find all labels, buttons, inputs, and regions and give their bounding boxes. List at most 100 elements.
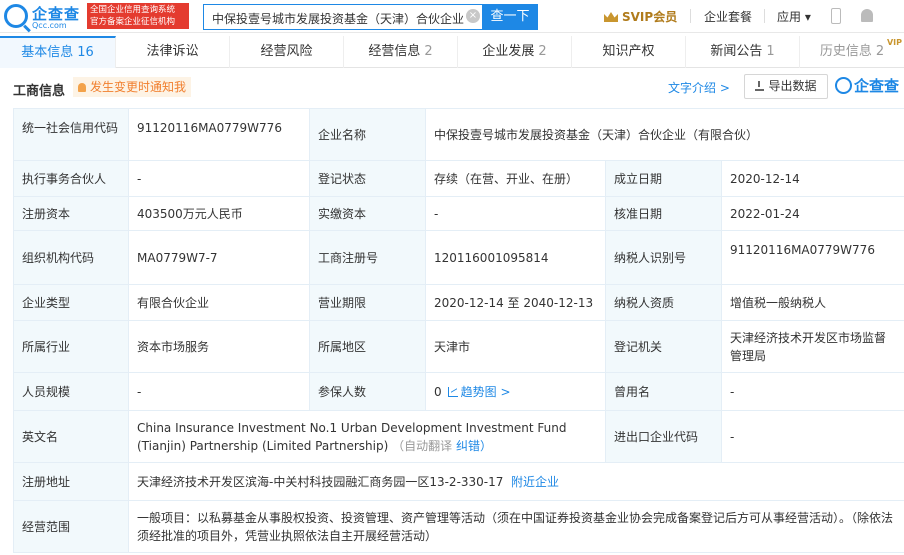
table-row: 经营范围 一般项目：以私募基金从事股权投资、投资管理、资产管理等活动（须在中国证… — [13, 500, 904, 553]
nearby-link[interactable]: 附近企业 — [511, 475, 559, 489]
tab-count: 1 — [766, 44, 775, 59]
business-scope: 一般项目：以私募基金从事股权投资、投资管理、资产管理等活动（须在中国证券投资基金… — [128, 500, 904, 553]
authority: 天津经济技术开发区市场监督管理局 — [721, 320, 904, 373]
insured-count: 0 — [434, 384, 442, 399]
tab-label: 历史信息 — [819, 44, 872, 59]
bell-icon — [78, 83, 86, 92]
tab-count: 2 — [875, 44, 885, 59]
top-bar: 企查查 Qcc.com 全国企业信用查询系统 官方备案企业征信机构 中保投壹号城… — [0, 0, 904, 33]
cell-label: 登记状态 — [309, 160, 426, 197]
notify-label: 发生变更时通知我 — [90, 80, 187, 94]
table-row: 组织机构代码 MA0779W7-7 工商注册号 120116001095814 … — [13, 230, 904, 285]
phone-icon[interactable] — [831, 8, 841, 24]
divider — [764, 9, 765, 23]
gov-badge[interactable]: 全国企业信用查询系统 官方备案企业征信机构 — [87, 3, 189, 29]
address[interactable]: 天津经济技术开发区滨海-中关村科技园融汇商务园一区13-2-330-17 — [137, 475, 503, 489]
tab-operation[interactable]: 经营信息 2 — [344, 36, 458, 68]
tab-basic-info[interactable]: 基本信息 16 — [0, 36, 116, 68]
svip-link[interactable]: SVIP会员 — [604, 8, 677, 25]
tab-legal[interactable]: 法律诉讼 — [116, 36, 230, 68]
cell-label: 组织机构代码 — [13, 230, 129, 285]
divider — [690, 9, 691, 23]
credit-code[interactable]: 91120116MA0779W776 — [128, 108, 310, 161]
approve-date: 2022-01-24 — [721, 196, 904, 231]
tab-label: 经营信息 — [368, 44, 421, 59]
reg-capital: 403500万元人民币 — [128, 196, 310, 231]
tab-label: 经营风险 — [260, 44, 313, 59]
est-date: 2020-12-14 — [721, 160, 904, 197]
text-intro-link[interactable]: 文字介绍 > — [668, 79, 730, 96]
table-row: 注册地址 天津经济技术开发区滨海-中关村科技园融汇商务园一区13-2-330-1… — [13, 462, 904, 501]
logo-domain: Qcc.com — [32, 21, 67, 30]
logo-circle-icon — [835, 77, 852, 94]
org-code[interactable]: MA0779W7-7 — [128, 230, 310, 285]
table-row: 人员规模 - 参保人数 0 趋势图 > 曾用名 - — [13, 372, 904, 411]
nav-suite[interactable]: 企业套餐 — [704, 8, 752, 25]
io-code: - — [721, 410, 904, 463]
tab-ip[interactable]: 知识产权 — [572, 36, 686, 68]
tab-count: 2 — [538, 44, 547, 59]
taxpayer-id[interactable]: 91120116MA0779W776 — [721, 230, 904, 285]
cell-label: 参保人数 — [309, 372, 426, 411]
notify-button[interactable]: 发生变更时通知我 — [73, 77, 192, 97]
correct-link[interactable]: 纠错） — [456, 439, 492, 453]
search-button[interactable]: 查一下 — [482, 4, 538, 30]
svip-label: SVIP会员 — [622, 10, 678, 24]
vip-tag: VIP — [886, 38, 902, 47]
tab-history[interactable]: 历史信息 2 VIP — [800, 36, 904, 68]
cell-label: 曾用名 — [605, 372, 722, 411]
cell-label: 执行事务合伙人 — [13, 160, 129, 197]
english-name[interactable]: China Insurance Investment No.1 Urban De… — [137, 421, 567, 453]
cell-label: 人员规模 — [13, 372, 129, 411]
tab-count: 16 — [77, 45, 94, 60]
table-row: 执行事务合伙人 - 登记状态 存续（在营、开业、在册） 成立日期 2020-12… — [13, 160, 904, 197]
tab-label: 基本信息 — [21, 45, 74, 60]
tab-bar: 基本信息 16 法律诉讼 经营风险 经营信息 2 企业发展 2 知识产权 新闻公告 1 … — [0, 36, 904, 68]
cell-label: 统一社会信用代码 — [13, 108, 129, 161]
tab-count: 2 — [424, 44, 433, 59]
region: 天津市 — [425, 320, 606, 373]
logo-magnifier-icon — [4, 4, 28, 28]
reg-no[interactable]: 120116001095814 — [425, 230, 606, 285]
clear-icon[interactable]: × — [466, 9, 480, 23]
trend-link[interactable]: 趋势图 > — [461, 385, 511, 399]
cell-label: 进出口企业代码 — [605, 410, 722, 463]
gov-badge-line1: 全国企业信用查询系统 — [90, 5, 176, 15]
table-row: 英文名 China Insurance Investment No.1 Urba… — [13, 410, 904, 463]
trend-chart-icon[interactable] — [447, 386, 458, 397]
tab-news[interactable]: 新闻公告 1 — [686, 36, 800, 68]
cell-label: 注册资本 — [13, 196, 129, 231]
address-cell: 天津经济技术开发区滨海-中关村科技园融汇商务园一区13-2-330-17 附近企… — [128, 462, 904, 501]
company-name[interactable]: 中保投壹号城市发展投资基金（天津）合伙企业（有限合伙） — [425, 108, 904, 161]
business-info-table: 统一社会信用代码 91120116MA0779W776 企业名称 中保投壹号城市… — [13, 108, 904, 553]
tab-risk[interactable]: 经营风险 — [230, 36, 344, 68]
cell-label: 所属行业 — [13, 320, 129, 373]
nav-app[interactable]: 应用 ▾ — [777, 8, 811, 25]
section-title: 工商信息 — [13, 84, 66, 99]
table-row: 所属行业 资本市场服务 所属地区 天津市 登记机关 天津经济技术开发区市场监督管… — [13, 320, 904, 373]
tab-label: 知识产权 — [602, 44, 655, 59]
search-input[interactable]: 中保投壹号城市发展投资基金（天津）合伙企业 — [203, 4, 483, 30]
cell-label: 企业类型 — [13, 284, 129, 321]
cell-label: 所属地区 — [309, 320, 426, 373]
site-logo[interactable]: 企查查 Qcc.com — [4, 2, 82, 30]
download-icon — [755, 81, 765, 91]
table-row: 企业类型 有限合伙企业 营业期限 2020-12-14 至 2040-12-13… — [13, 284, 904, 321]
tab-development[interactable]: 企业发展 2 — [458, 36, 572, 68]
bell-icon[interactable] — [861, 9, 873, 22]
brand-name: 企查查 — [854, 77, 900, 95]
paid-capital: - — [425, 196, 606, 231]
tab-label: 企业发展 — [482, 44, 535, 59]
cell-label: 核准日期 — [605, 196, 722, 231]
status: 存续（在营、开业、在册） — [425, 160, 606, 197]
export-button[interactable]: 导出数据 — [744, 74, 828, 99]
gov-badge-line2: 官方备案企业征信机构 — [90, 17, 176, 27]
cell-label: 经营范围 — [13, 500, 129, 553]
export-label: 导出数据 — [768, 79, 817, 93]
cell-label: 注册地址 — [13, 462, 129, 501]
partner: - — [128, 160, 310, 197]
table-row: 注册资本 403500万元人民币 实缴资本 - 核准日期 2022-01-24 — [13, 196, 904, 231]
staff-size: - — [128, 372, 310, 411]
company-type: 有限合伙企业 — [128, 284, 310, 321]
cell-label: 实缴资本 — [309, 196, 426, 231]
